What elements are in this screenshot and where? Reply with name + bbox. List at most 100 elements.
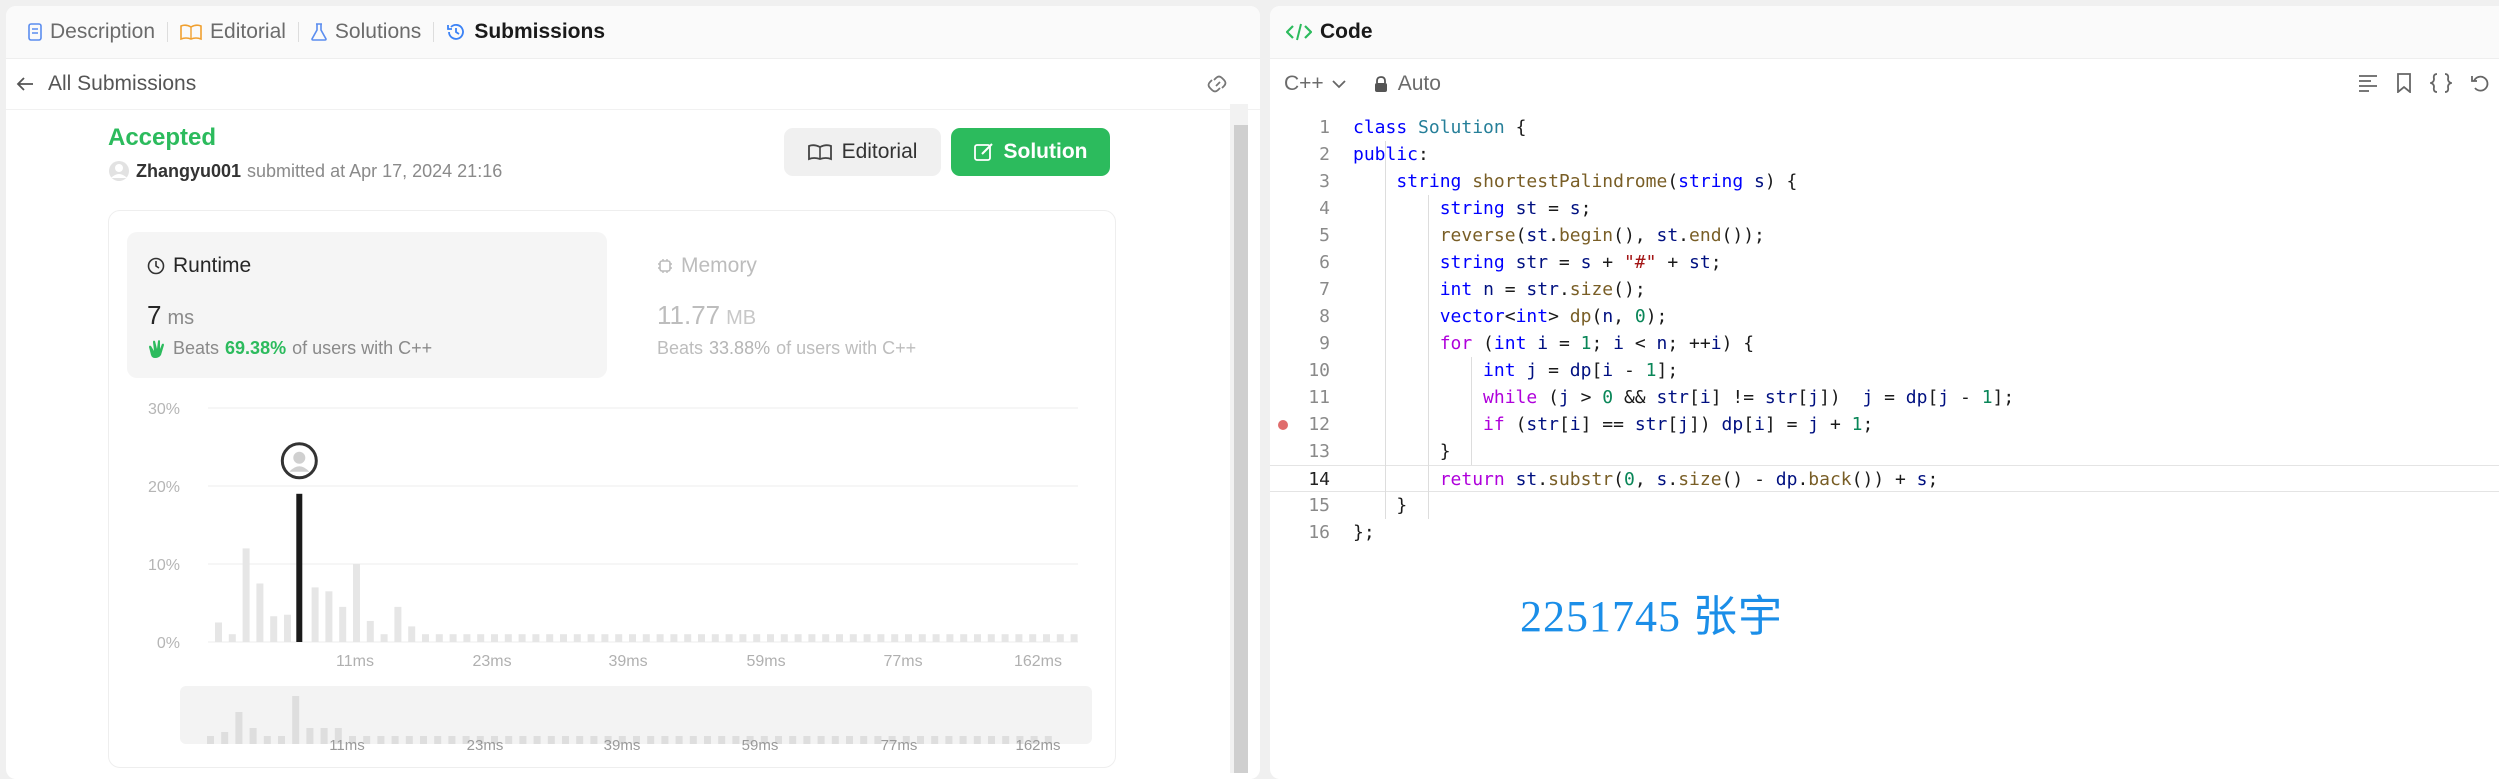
line-number: 4 [1319, 198, 1330, 219]
chart-bar [325, 591, 333, 642]
tab-label: Description [50, 20, 156, 43]
mini-bar [320, 728, 328, 744]
code-line[interactable]: 12 if (str[i] == str[j]) dp[i] = j + 1; [1270, 411, 2499, 438]
code-text: string shortestPalindrome(string s) { [1396, 171, 1798, 192]
mini-bar [405, 736, 413, 744]
code-line[interactable]: 11 while (j > 0 && str[i] != str[j]) j =… [1270, 384, 2499, 411]
arrow-left-icon[interactable] [16, 76, 34, 92]
submission-meta: Zhangyu001 submitted at Apr 17, 2024 21:… [108, 160, 502, 182]
chart-bar [905, 634, 912, 642]
code-line[interactable]: 2 public: [1270, 141, 2499, 168]
line-number: 9 [1319, 333, 1330, 354]
chart-bar [353, 564, 360, 642]
tab-submissions[interactable]: Submissions [434, 6, 617, 58]
chart-bar [601, 634, 609, 642]
y-tick-label: 30% [148, 401, 180, 418]
scrollbar-thumb[interactable] [1234, 125, 1248, 773]
runtime-range-slider[interactable]: 11ms 23ms 39ms 59ms 77ms 162ms [172, 686, 1092, 758]
username[interactable]: Zhangyu001 [136, 161, 241, 182]
code-title: Code [1320, 20, 1373, 43]
mini-bar [803, 736, 811, 744]
tab-editorial[interactable]: Editorial [168, 6, 298, 58]
code-line[interactable]: 10 int j = dp[i - 1]; [1270, 357, 2499, 384]
chart-bar [1070, 634, 1078, 642]
chart-bar [491, 634, 498, 642]
code-line[interactable]: 5 reverse(st.begin(), st.end()); [1270, 222, 2499, 249]
code-line[interactable]: 15 } [1270, 492, 2499, 519]
tab-solutions[interactable]: Solutions [299, 6, 433, 58]
chart-bar [449, 634, 457, 642]
mini-tick-label: 23ms [467, 737, 504, 754]
mini-bar [278, 736, 285, 744]
mini-bar [505, 736, 513, 744]
chart-bar [684, 634, 692, 642]
code-line[interactable]: 16}; [1270, 519, 2499, 546]
all-submissions-link[interactable]: All Submissions [48, 72, 196, 96]
chart-bar [532, 634, 540, 642]
chart-bar [642, 634, 650, 642]
book-icon [807, 143, 832, 161]
runtime-stat[interactable]: Runtime 7 ms Beats 69.38% of users with C… [127, 232, 607, 378]
mini-bar [959, 736, 967, 744]
code-line[interactable]: 14 return st.substr(0, s.size() - dp.bac… [1270, 465, 2499, 492]
line-number: 12 [1308, 414, 1330, 435]
mini-bar [547, 736, 555, 744]
bookmark-icon[interactable] [2396, 73, 2412, 93]
code-line[interactable]: 3 string shortestPalindrome(string s) { [1270, 168, 2499, 195]
runtime-number: 7 [147, 300, 162, 330]
lock-icon [1374, 76, 1388, 92]
autosave-mode[interactable]: Auto [1398, 72, 1441, 96]
tab-label: Submissions [474, 20, 606, 43]
code-line[interactable]: 13 } [1270, 438, 2499, 465]
code-line[interactable]: 9 for (int i = 1; i < n; ++i) { [1270, 330, 2499, 357]
language-select[interactable]: C++ [1284, 72, 1346, 96]
chart-bar [698, 634, 705, 642]
memory-value: 11.77 MB [657, 300, 756, 331]
y-tick-label: 0% [157, 635, 180, 652]
mini-bar [917, 736, 924, 744]
code-icon [1286, 22, 1312, 42]
chart-bar [284, 614, 291, 642]
reset-icon[interactable] [2470, 73, 2490, 93]
edit-icon [973, 142, 994, 162]
code-toolbar-actions [2358, 73, 2490, 93]
chart-bar [808, 634, 816, 642]
mini-bar [519, 736, 527, 744]
code-line[interactable]: 1 class Solution { [1270, 114, 2499, 141]
braces-icon[interactable] [2430, 73, 2452, 93]
link-icon[interactable] [1206, 74, 1230, 94]
solution-button[interactable]: Solution [951, 128, 1110, 176]
code-line[interactable]: 6 string str = s + "#" + st; [1270, 249, 2499, 276]
book-icon [180, 23, 202, 41]
editorial-button[interactable]: Editorial [784, 128, 941, 176]
code-line[interactable]: 4 string st = s; [1270, 195, 2499, 222]
code-editor[interactable]: 1 class Solution {2 public: 3 string shorte… [1270, 114, 2499, 546]
memory-stat[interactable]: Memory 11.77 MB Beats 33.88% of users wit… [637, 232, 1107, 378]
tab-description[interactable]: Description [16, 6, 167, 58]
indent-guide [1471, 357, 1472, 465]
code-line[interactable]: 8 vector<int> dp(n, 0); [1270, 303, 2499, 330]
runtime-distribution-chart[interactable]: 30% 20% 10% 0% 11ms 23ms 39ms 59ms 77ms 162ms [130, 392, 1090, 682]
x-tick-label: 59ms [746, 653, 785, 670]
mini-tick-label: 77ms [881, 737, 918, 754]
chevron-down-icon [1332, 79, 1346, 89]
student-stamp: 2251745 张宇 [1520, 592, 1783, 641]
format-icon[interactable] [2358, 73, 2378, 93]
description-icon [28, 23, 42, 41]
code-text: }; [1353, 522, 1375, 543]
mini-bar [689, 736, 697, 744]
line-number: 16 [1308, 522, 1330, 543]
mini-bar [988, 736, 995, 744]
code-line[interactable]: 7 int n = str.size(); [1270, 276, 2499, 303]
chart-bar [932, 634, 940, 642]
code-text: public: [1353, 144, 1429, 165]
mini-bar [221, 732, 229, 744]
runtime-percentile: 69.38% [225, 338, 287, 358]
line-number: 11 [1308, 387, 1330, 408]
chart-bar [849, 634, 857, 642]
line-number: 8 [1319, 306, 1330, 327]
chart-bar [546, 634, 554, 642]
mini-bar [789, 736, 797, 744]
mini-bar [207, 736, 214, 744]
chart-bar [863, 634, 871, 642]
